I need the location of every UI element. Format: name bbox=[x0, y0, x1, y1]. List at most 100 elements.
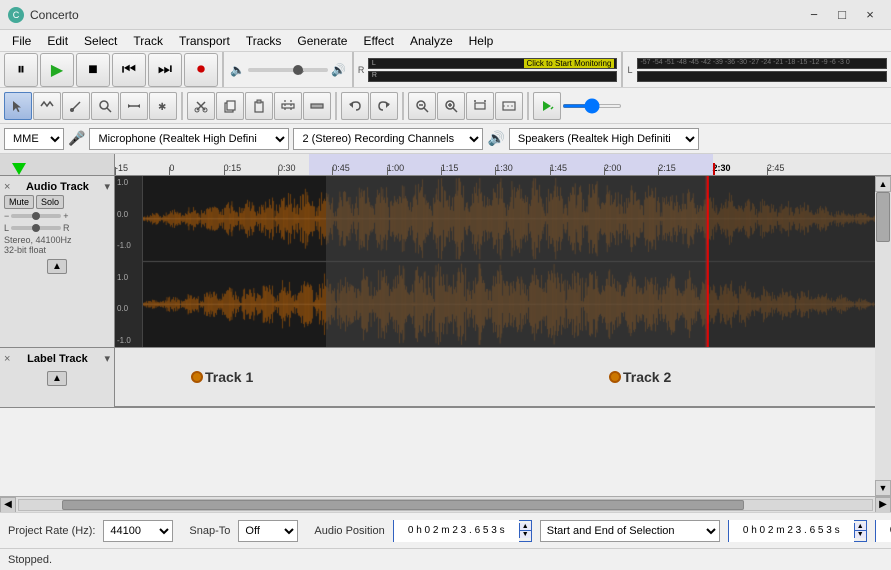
minimize-button[interactable]: − bbox=[801, 5, 827, 25]
pan-slider[interactable] bbox=[11, 226, 61, 230]
menu-item-effect[interactable]: Effect bbox=[355, 32, 401, 50]
trim-button[interactable] bbox=[274, 92, 302, 120]
status-text: Stopped. bbox=[8, 554, 52, 566]
stop-button[interactable]: ■ bbox=[76, 53, 110, 87]
gain-minus-icon: − bbox=[4, 211, 9, 221]
label-track-content[interactable]: Track 1 Track 2 bbox=[115, 348, 875, 408]
ruler-spacer bbox=[0, 154, 115, 176]
mute-button[interactable]: Mute bbox=[4, 195, 34, 209]
menu-item-file[interactable]: File bbox=[4, 32, 39, 50]
timeshift-tool-button[interactable] bbox=[120, 92, 148, 120]
menu-item-generate[interactable]: Generate bbox=[289, 32, 355, 50]
solo-button[interactable]: Solo bbox=[36, 195, 64, 209]
vscroll-thumb[interactable] bbox=[876, 192, 890, 242]
select-tool-button[interactable] bbox=[4, 92, 32, 120]
menu-item-edit[interactable]: Edit bbox=[39, 32, 76, 50]
play-at-speed-button[interactable] bbox=[533, 92, 561, 120]
menu-item-help[interactable]: Help bbox=[461, 32, 502, 50]
menu-item-analyze[interactable]: Analyze bbox=[402, 32, 461, 50]
window-controls: − □ × bbox=[801, 5, 883, 25]
hscroll-track bbox=[18, 499, 873, 511]
pos2-down[interactable]: ▼ bbox=[855, 530, 866, 538]
redo-button[interactable] bbox=[370, 92, 398, 120]
pos2-up[interactable]: ▲ bbox=[855, 523, 866, 530]
project-rate-select[interactable]: 44100 bbox=[103, 520, 173, 542]
vscroll-down[interactable]: ▼ bbox=[875, 480, 891, 496]
microphone-select[interactable]: Microphone (Realtek High Defini bbox=[89, 128, 289, 150]
sel-start-end-select[interactable]: Start and End of Selection bbox=[540, 520, 720, 542]
pause-button[interactable]: ⏸ bbox=[4, 53, 38, 87]
audio-track-collapse[interactable]: ▲ bbox=[47, 259, 67, 274]
audio-position-label: Audio Position bbox=[314, 525, 384, 537]
maximize-button[interactable]: □ bbox=[829, 5, 855, 25]
play-button[interactable]: ▶ bbox=[40, 53, 74, 87]
label-track-close[interactable]: × bbox=[4, 353, 10, 365]
close-button[interactable]: × bbox=[857, 5, 883, 25]
copy-button[interactable] bbox=[216, 92, 244, 120]
label-track-name: Label Track bbox=[27, 353, 88, 365]
record-monitor-btn[interactable]: Click to Start Monitoring bbox=[524, 59, 615, 68]
speaker-select[interactable]: Speakers (Realtek High Definiti bbox=[509, 128, 699, 150]
paste-button[interactable] bbox=[245, 92, 273, 120]
app-window: C Concerto − □ × FileEditSelectTrackTran… bbox=[0, 0, 891, 570]
audio-position-input[interactable] bbox=[394, 520, 519, 542]
skip-forward-button[interactable]: ⏭ bbox=[148, 53, 182, 87]
undo-button[interactable] bbox=[341, 92, 369, 120]
speaker-icon: 🔊 bbox=[487, 130, 504, 147]
zoom-in-button[interactable] bbox=[437, 92, 465, 120]
zoom-fit-button[interactable] bbox=[495, 92, 523, 120]
zoom-selection-button[interactable] bbox=[466, 92, 494, 120]
menu-item-select[interactable]: Select bbox=[76, 32, 125, 50]
play-speed-slider[interactable] bbox=[562, 104, 622, 108]
zoom-out-button[interactable] bbox=[408, 92, 436, 120]
hscroll-left-button[interactable]: ◀ bbox=[0, 497, 16, 513]
pos1-container: ▲ ▼ bbox=[393, 520, 532, 542]
tracks-content: × Audio Track ▾ Mute Solo − bbox=[0, 176, 875, 496]
label-track2[interactable]: Track 2 bbox=[609, 369, 671, 385]
hscrollbar: ◀ ▶ bbox=[0, 496, 891, 512]
waveform-container[interactable]: 1.0 0.0 -1.0 1.0 0.0 -1.0 bbox=[115, 176, 875, 347]
record-button[interactable]: ⏺ bbox=[184, 53, 218, 87]
record-meter-icon: R bbox=[358, 65, 366, 75]
pos2-container: ▲ ▼ bbox=[728, 520, 867, 542]
ruler-wrapper: -15 0 0:15 0:30 0:45 1:00 1:15 1:30 bbox=[0, 154, 891, 176]
waveform-display[interactable] bbox=[143, 176, 875, 347]
separator4 bbox=[527, 92, 529, 120]
sel-start-input[interactable] bbox=[729, 520, 854, 542]
hscroll-right-button[interactable]: ▶ bbox=[875, 497, 891, 513]
zoom-tool-button[interactable] bbox=[91, 92, 119, 120]
pos1-spinners: ▲ ▼ bbox=[519, 523, 531, 538]
menu-bar: FileEditSelectTrackTransportTracksGenera… bbox=[0, 30, 891, 52]
multi-tool-button[interactable]: ✱ bbox=[149, 92, 177, 120]
label-track-collapse[interactable]: ▲ bbox=[47, 371, 67, 386]
vscroll-up[interactable]: ▲ bbox=[875, 176, 891, 192]
cut-button[interactable] bbox=[187, 92, 215, 120]
host-select[interactable]: MME bbox=[4, 128, 64, 150]
menu-item-transport[interactable]: Transport bbox=[171, 32, 238, 50]
scale-top1: 1.0 bbox=[117, 178, 140, 187]
playhead-line-ruler bbox=[713, 163, 715, 175]
sel-end-input[interactable] bbox=[876, 520, 891, 542]
title-bar: C Concerto − □ × bbox=[0, 0, 891, 30]
pos1-down[interactable]: ▼ bbox=[520, 530, 531, 538]
silence-button[interactable] bbox=[303, 92, 331, 120]
skip-back-button[interactable]: ⏮ bbox=[112, 53, 146, 87]
envelope-tool-button[interactable] bbox=[33, 92, 61, 120]
snap-to-select[interactable]: Off bbox=[238, 520, 298, 542]
label-track-dropdown[interactable]: ▾ bbox=[104, 352, 110, 365]
pos1-up[interactable]: ▲ bbox=[520, 523, 531, 530]
separator1 bbox=[181, 92, 183, 120]
hscroll-thumb[interactable] bbox=[62, 500, 744, 510]
output-volume-slider[interactable] bbox=[248, 68, 328, 72]
gain-slider[interactable] bbox=[11, 214, 61, 218]
audio-track-close[interactable]: × bbox=[4, 181, 10, 193]
volume-down-icon: 🔈 bbox=[230, 63, 245, 77]
ruler-timeline[interactable]: -15 0 0:15 0:30 0:45 1:00 1:15 1:30 bbox=[115, 154, 891, 176]
draw-tool-button[interactable] bbox=[62, 92, 90, 120]
menu-item-track[interactable]: Track bbox=[125, 32, 171, 50]
audio-track-dropdown[interactable]: ▾ bbox=[104, 180, 110, 193]
menu-item-tracks[interactable]: Tracks bbox=[238, 32, 290, 50]
channels-select[interactable]: 2 (Stereo) Recording Channels bbox=[293, 128, 483, 150]
separator2 bbox=[335, 92, 337, 120]
label-track1[interactable]: Track 1 bbox=[191, 369, 253, 385]
